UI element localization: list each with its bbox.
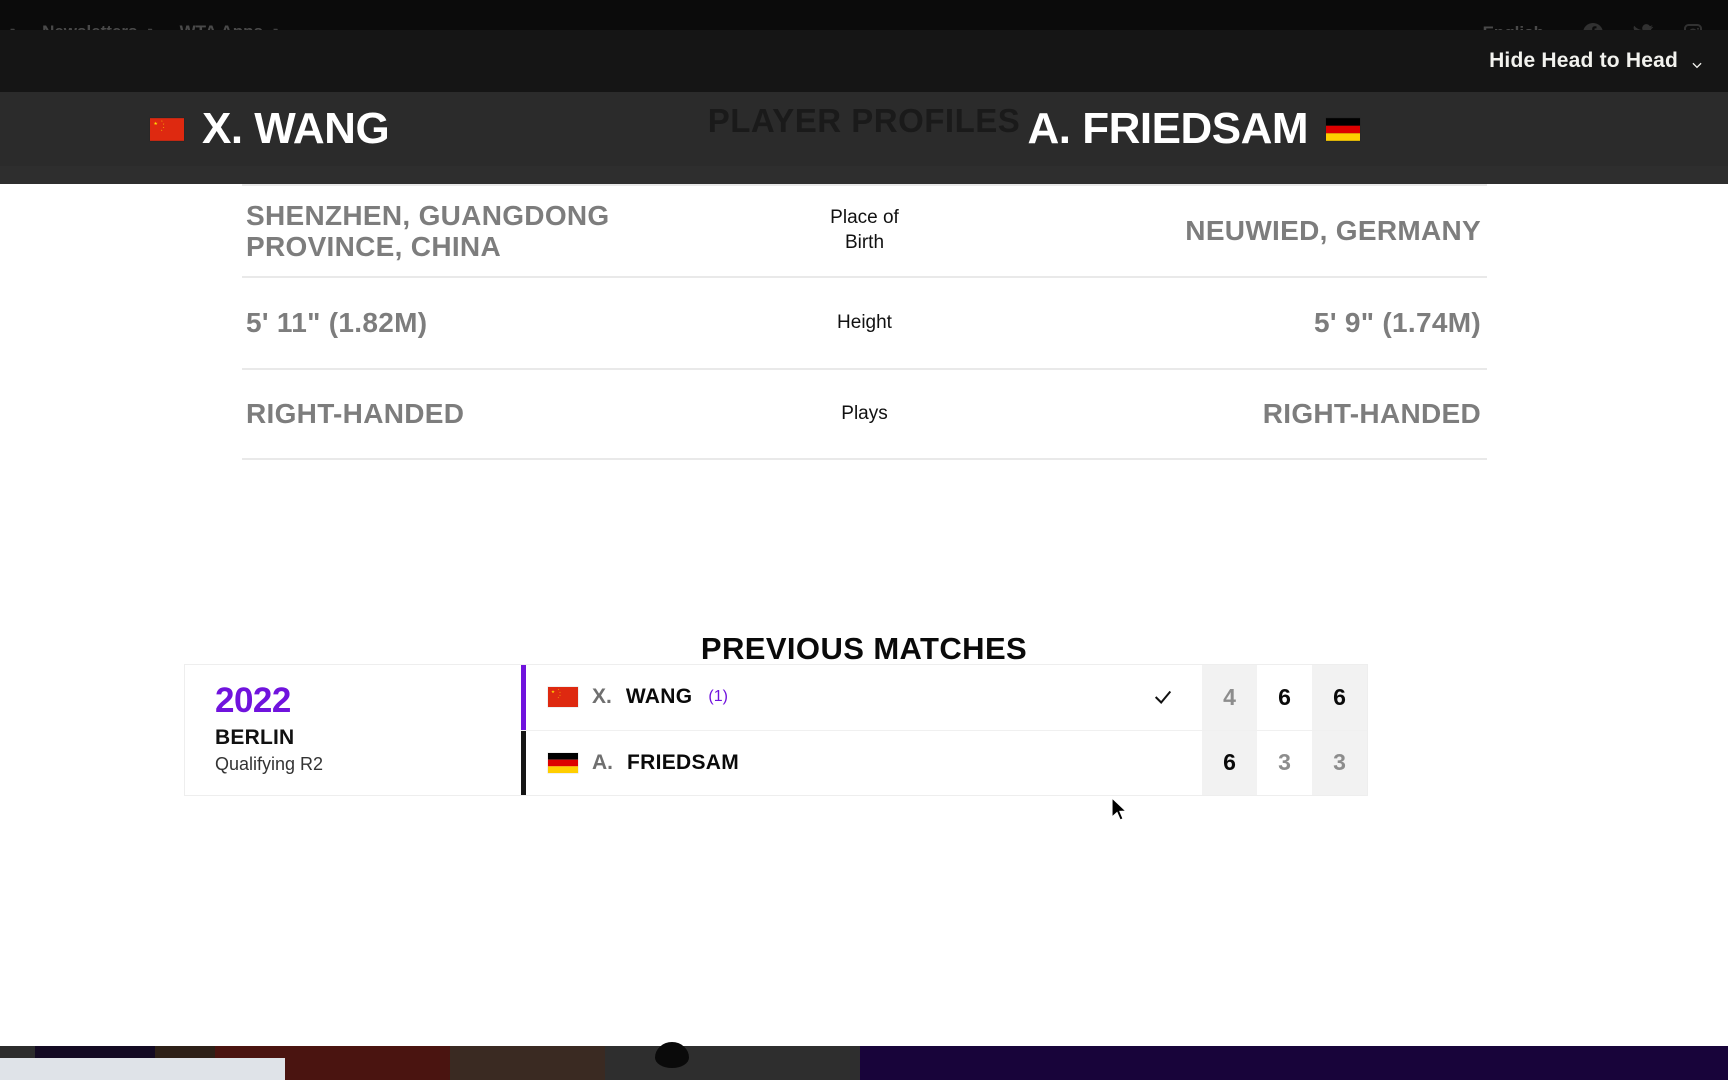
match-set-score-2: 3 <box>1278 749 1291 776</box>
stat-label-height: Height <box>837 311 892 333</box>
head-to-head-toggle-bar: Hide Head to Head <box>0 30 1728 92</box>
match-set-score-2: 6 <box>1278 683 1291 710</box>
match-row-player-initial: X. <box>592 685 612 709</box>
bottom-overlay-tile <box>0 1058 285 1080</box>
hide-head-to-head-label: Hide Head to Head <box>1489 49 1678 72</box>
match-set-score-3: 3 <box>1312 730 1367 795</box>
stat-label-plays: Plays <box>841 402 888 424</box>
stat-value-left-plays: RIGHT-HANDED <box>246 398 465 430</box>
previous-match-tournament-info: 2022 BERLIN Qualifying R2 <box>185 665 521 795</box>
previous-match-card[interactable]: 2022 BERLIN Qualifying R2 X. WANG (1) 4 … <box>184 664 1368 796</box>
stat-row-height: 5' 11" (1.82M) Height 5' 9" (1.74M) <box>242 276 1487 368</box>
page-root: ↗ Newsletters ↗ WTA Apps ↗ English ▾ <box>0 0 1728 1080</box>
stat-value-right-place-of-birth: NEUWIED, GERMANY <box>1185 215 1481 247</box>
match-winner-check-placeholder <box>1124 731 1202 796</box>
match-row-player-1[interactable]: X. WANG (1) 4 6 6 <box>521 665 1367 730</box>
stat-label-place-of-birth-line2: Birth <box>844 232 885 253</box>
mouse-cursor <box>1110 796 1130 823</box>
player-left-name: X. WANG <box>202 104 390 153</box>
match-row-player-lastname: WANG <box>625 685 693 709</box>
match-row-player-2[interactable]: A. FRIEDSAM 6 3 3 <box>521 729 1367 796</box>
stat-row-plays: RIGHT-HANDED Plays RIGHT-HANDED <box>242 368 1487 460</box>
stat-label-place-of-birth-line1: Place of <box>830 207 899 229</box>
match-row-player-seed: (1) <box>708 688 728 706</box>
previous-match-year: 2022 <box>215 681 291 720</box>
player-profiles-section-title-wrap: PLAYER PROFILES <box>708 102 1021 140</box>
previous-match-city: BERLIN <box>215 725 295 749</box>
match-row-player-initial: A. <box>592 750 613 774</box>
player-left-identity: X. WANG <box>150 104 390 154</box>
stat-value-left-place-of-birth: SHENZHEN, GUANGDONG PROVINCE, CHINA <box>246 199 610 262</box>
player-right-name: A. FRIEDSAM <box>1027 104 1309 153</box>
match-row-player-identity: X. WANG (1) <box>526 665 1124 730</box>
match-winner-check-icon <box>1124 665 1202 730</box>
media-strip-segment <box>860 1046 1728 1080</box>
china-flag-icon <box>150 117 184 141</box>
germany-flag-icon <box>1326 117 1360 141</box>
player-right-identity: A. FRIEDSAM <box>1027 104 1360 154</box>
match-row-player-lastname: FRIEDSAM <box>627 750 740 774</box>
previous-match-scoreboard: X. WANG (1) 4 6 6 A. FRIEDSAM 6 3 3 <box>521 665 1367 795</box>
hide-head-to-head-button[interactable]: Hide Head to Head <box>1489 49 1704 73</box>
previous-matches-title: PREVIOUS MATCHES <box>700 631 1028 666</box>
match-row-player-identity: A. FRIEDSAM <box>526 731 1124 796</box>
stat-label-place-of-birth: Place of Birth <box>750 206 980 255</box>
stat-value-right-plays: RIGHT-HANDED <box>1262 398 1481 430</box>
stat-value-left-height: 5' 11" (1.82M) <box>246 307 428 339</box>
stat-row-place-of-birth: SHENZHEN, GUANGDONG PROVINCE, CHINA Plac… <box>242 184 1487 276</box>
media-strip-shape <box>655 1042 689 1068</box>
germany-flag-icon <box>548 752 578 773</box>
chevron-down-icon <box>1690 54 1704 69</box>
media-strip-segment <box>605 1042 860 1080</box>
media-strip-segment <box>450 1046 605 1080</box>
player-profiles-title: PLAYER PROFILES <box>707 102 1021 139</box>
match-set-score-1: 4 <box>1202 665 1257 730</box>
player-name-band: X. WANG PLAYER PROFILES A. FRIEDSAM <box>0 92 1728 166</box>
stat-value-right-height: 5' 9" (1.74M) <box>1313 307 1481 339</box>
player-profiles-stats-table: SHENZHEN, GUANGDONG PROVINCE, CHINA Plac… <box>242 184 1487 460</box>
previous-match-round: Qualifying R2 <box>215 753 324 774</box>
match-set-score-1: 6 <box>1202 730 1257 795</box>
match-set-score-3: 6 <box>1312 665 1367 730</box>
china-flag-icon <box>548 687 578 708</box>
